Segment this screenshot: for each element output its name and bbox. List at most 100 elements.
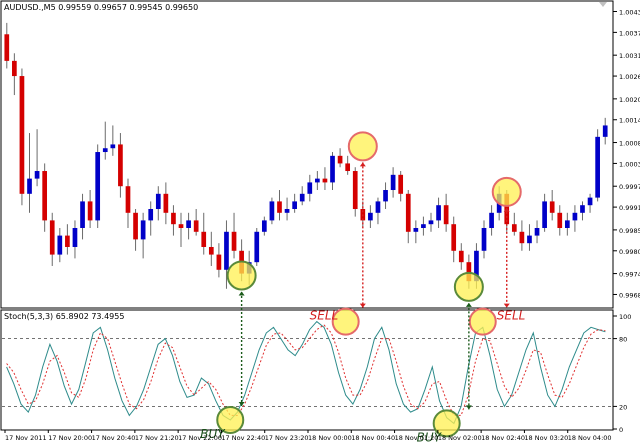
sell-label: SELL: [497, 309, 526, 323]
bear-candle: [519, 231, 525, 244]
bear-candle: [231, 231, 237, 251]
price-tick-label: 1.00375: [619, 29, 640, 37]
bear-candle: [4, 34, 10, 61]
bull-candle: [436, 205, 441, 221]
time-tick-label: 17 Nov 22:40: [221, 434, 265, 442]
price-tick-label: 0.99685: [619, 291, 640, 299]
sell-signal-marker: [347, 131, 378, 162]
bear-candle: [193, 220, 199, 232]
stochastic-panel-title: Stoch(5,3,3) 65.8902 73.4955: [4, 312, 124, 321]
bull-candle: [140, 220, 146, 240]
bull-candle: [292, 201, 297, 210]
bear-candle: [87, 201, 93, 221]
bull-candle: [261, 220, 267, 232]
bear-candle: [12, 60, 17, 77]
bear-candle: [398, 174, 404, 194]
price-tick-label: 1.00085: [619, 140, 640, 148]
bear-candle: [216, 254, 222, 270]
price-tick-label: 1.00030: [619, 160, 640, 168]
bear-candle: [118, 144, 123, 187]
bull-candle: [254, 231, 260, 263]
time-tick-label: 17 Nov 23:20: [265, 434, 309, 442]
bull-candle: [390, 174, 396, 191]
bull-candle: [580, 205, 585, 213]
bull-candle: [383, 190, 388, 202]
stochastic-tick-label: 80: [619, 336, 627, 344]
bear-candle: [511, 224, 517, 232]
bear-candle: [201, 231, 207, 247]
time-tick-label: 17 Nov 22:00: [178, 434, 222, 442]
bear-candle: [19, 76, 25, 194]
bear-candle: [549, 201, 555, 213]
bull-candle: [27, 178, 32, 194]
time-tick-label: 18 Nov 01:20: [395, 434, 439, 442]
trading-chart: AUDUSD.,M5 0.99559 0.99657 0.99545 0.996…: [0, 0, 640, 444]
price-panel-title: AUDUSD.,M5 0.99559 0.99657 0.99545 0.996…: [4, 3, 198, 12]
bull-candle: [542, 201, 547, 228]
sell-label: SELL: [310, 309, 339, 323]
bull-candle: [330, 155, 335, 183]
bear-candle: [352, 171, 358, 210]
bull-candle: [80, 201, 85, 228]
price-tick-label: 0.99800: [619, 248, 640, 256]
bear-candle: [163, 193, 169, 213]
bear-candle: [65, 235, 70, 247]
bull-candle: [110, 144, 116, 149]
time-tick-label: 18 Nov 03:20: [524, 434, 568, 442]
bull-candle: [34, 171, 40, 179]
time-tick-label: 17 Nov 20:40: [92, 434, 136, 442]
bull-candle: [148, 209, 154, 221]
bull-candle: [299, 193, 305, 202]
bear-candle: [178, 224, 184, 228]
bull-candle: [72, 227, 78, 247]
bull-candle: [602, 125, 608, 137]
bear-candle: [208, 246, 214, 255]
bull-candle: [57, 235, 63, 255]
bull-candle: [224, 231, 229, 270]
price-tick-label: 0.99740: [619, 271, 640, 279]
bull-candle: [95, 152, 101, 221]
bear-candle: [557, 212, 563, 228]
sell-signal-marker: [468, 307, 497, 336]
time-tick-label: 17 Nov 2011: [5, 434, 47, 442]
bear-candle: [42, 171, 48, 221]
bull-candle: [155, 193, 161, 210]
time-tick-label: 18 Nov 00:40: [351, 434, 395, 442]
price-tick-label: 0.99970: [619, 183, 640, 191]
bear-candle: [171, 212, 176, 225]
bull-candle: [413, 227, 419, 232]
bull-candle: [284, 209, 290, 213]
time-tick-label: 18 Nov 02:00: [438, 434, 482, 442]
bull-candle: [102, 148, 108, 153]
buy-signal-marker: [226, 260, 257, 291]
bear-candle: [133, 212, 138, 240]
bear-candle: [277, 201, 282, 213]
time-tick-label: 18 Nov 02:40: [481, 434, 525, 442]
price-tick-label: 1.00145: [619, 117, 640, 125]
bear-candle: [345, 163, 351, 172]
price-tick-label: 1.00200: [619, 96, 640, 104]
chart-canvas: AUDUSD.,M5 0.99559 0.99657 0.99545 0.996…: [0, 0, 640, 444]
stochastic-tick-label: 0: [619, 426, 623, 434]
bull-candle: [421, 224, 426, 228]
stochastic-tick-label: 100: [619, 313, 631, 321]
bull-candle: [534, 227, 540, 236]
bear-candle: [405, 193, 411, 232]
bull-candle: [481, 227, 487, 251]
bear-candle: [49, 220, 55, 255]
time-tick-label: 18 Nov 04:00: [568, 434, 612, 442]
bear-candle: [443, 205, 449, 225]
bull-candle: [595, 136, 600, 198]
bull-candle: [315, 178, 320, 183]
bear-candle: [458, 250, 464, 263]
price-tick-label: 0.99915: [619, 204, 640, 212]
time-tick-label: 17 Nov 21:20: [135, 434, 179, 442]
bull-candle: [489, 212, 494, 228]
bull-candle: [368, 212, 373, 221]
bull-candle: [428, 220, 434, 225]
bull-candle: [572, 212, 578, 221]
bull-candle: [564, 220, 570, 228]
bear-candle: [125, 186, 131, 213]
sell-signal-marker: [491, 176, 522, 207]
bear-candle: [451, 224, 457, 251]
